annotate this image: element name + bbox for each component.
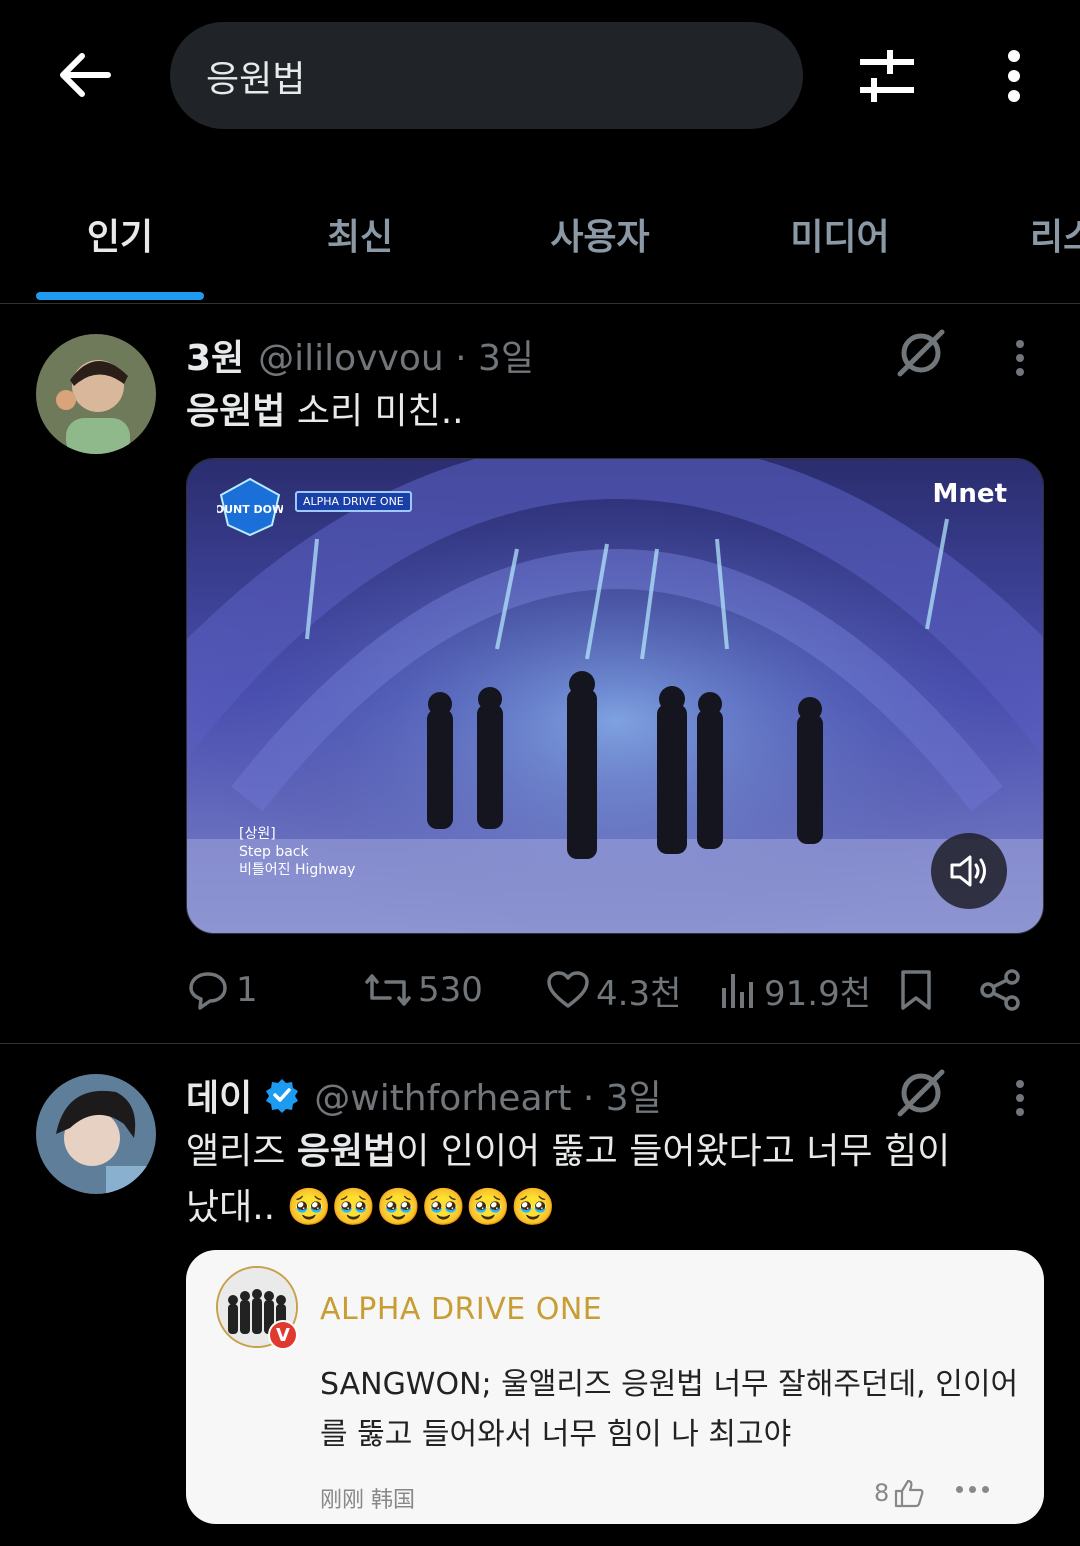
top-bar: 응원법 <box>0 0 1080 150</box>
bookmark-button[interactable] <box>898 962 934 1018</box>
highlight-keyword: 응원법 <box>296 1131 397 1172</box>
like-button[interactable]: 4.3천 <box>546 962 681 1018</box>
back-button[interactable] <box>50 40 120 110</box>
post-text: 앨리즈 응원법이 인이어 뚫고 들어왔다고 너무 힘이 났대.. 🥹🥹🥹🥹🥹🥹 <box>186 1124 986 1236</box>
like-count: 4.3천 <box>596 973 682 1014</box>
repost-count: 530 <box>418 970 483 1010</box>
tab-people[interactable]: 사용자 <box>480 208 720 260</box>
thumbs-up-icon <box>895 1479 924 1508</box>
quoted-card[interactable]: V ALPHA DRIVE ONE SANGWON; 울앨리즈 응원법 너무 잘… <box>186 1250 1044 1524</box>
stage-caption-line: Step back <box>239 844 309 860</box>
speaker-icon <box>950 855 986 887</box>
post-text-part: 앨리즈 <box>186 1131 297 1172</box>
search-input[interactable]: 응원법 <box>170 22 803 129</box>
handle-and-time[interactable]: @withforheart · 3일 <box>314 1069 662 1121</box>
share-button[interactable] <box>978 962 1022 1018</box>
divider <box>0 1043 1080 1044</box>
stage-caption: [상원] Step back 비틀어진 Highway <box>239 825 355 879</box>
avatar[interactable] <box>36 334 156 454</box>
dot <box>1016 368 1024 376</box>
dot <box>956 1486 963 1493</box>
caption-banner: ALPHA DRIVE ONE <box>295 491 412 512</box>
dot <box>1016 354 1024 362</box>
dot <box>969 1486 976 1493</box>
display-name[interactable]: 3원 <box>186 329 244 381</box>
more-options-button[interactable] <box>990 40 1038 112</box>
display-name[interactable]: 데이 <box>186 1069 252 1121</box>
show-logo: COUNT DOWN <box>207 477 293 541</box>
dot <box>1016 1108 1024 1116</box>
reply-count: 1 <box>236 970 258 1010</box>
quote-text: SANGWON; 울앨리즈 응원법 너무 잘해주던데, 인이어를 뚫고 들어와서… <box>320 1367 1019 1452</box>
dot <box>1016 340 1024 348</box>
post-actions: 1 530 4.3천 91.9천 <box>186 962 1046 1018</box>
post-more-button[interactable] <box>1008 334 1032 382</box>
avatar[interactable] <box>36 1074 156 1194</box>
quote-more-button[interactable] <box>956 1486 989 1493</box>
back-arrow-icon <box>60 53 111 97</box>
filter-button[interactable] <box>852 40 924 112</box>
post-header: 3원 @ililovvou · 3일 <box>186 330 534 380</box>
search-query: 응원법 <box>206 58 306 100</box>
quote-meta: 刚刚 韩国 <box>320 1488 415 1513</box>
bookmark-icon <box>901 970 931 1010</box>
active-tab-indicator <box>36 292 204 300</box>
tab-lists[interactable]: 리스 <box>960 208 1080 260</box>
grok-icon[interactable] <box>892 1064 950 1122</box>
repost-icon <box>365 974 411 1006</box>
grok-icon[interactable] <box>892 324 950 382</box>
reply-icon <box>189 972 227 1010</box>
countdown-logo-icon: COUNT DOWN <box>207 477 293 537</box>
stage-caption-line: 비틀어진 Highway <box>239 862 356 878</box>
highlight-keyword: 응원법 <box>186 391 286 432</box>
quote-author: ALPHA DRIVE ONE <box>320 1292 603 1327</box>
post-more-button[interactable] <box>1008 1074 1032 1122</box>
tab-popular[interactable]: 인기 <box>0 208 240 260</box>
view-count: 91.9천 <box>764 973 871 1014</box>
channel-logo: Mnet <box>932 479 1007 509</box>
post-text-rest: 소리 미친.. <box>285 391 464 432</box>
dot <box>1016 1094 1024 1102</box>
dot <box>1008 50 1020 62</box>
dot <box>1016 1080 1024 1088</box>
views-button[interactable]: 91.9천 <box>718 962 871 1018</box>
post-text: 응원법 소리 미친.. <box>186 384 1046 440</box>
repost-button[interactable]: 530 <box>364 962 483 1018</box>
tab-media[interactable]: 미디어 <box>720 208 960 260</box>
verified-v-badge: V <box>268 1320 298 1350</box>
post-header: 데이 @withforheart · 3일 <box>186 1070 662 1120</box>
quote-like-count: 8 <box>874 1479 890 1507</box>
stage-caption-line: [상원] <box>239 826 276 842</box>
dot <box>1008 70 1020 82</box>
handle-and-time[interactable]: @ililovvou · 3일 <box>258 329 534 381</box>
tab-latest[interactable]: 최신 <box>240 208 480 260</box>
heart-icon <box>547 971 589 1008</box>
post-video[interactable]: COUNT DOWN ALPHA DRIVE ONE Mnet [상원] Ste… <box>186 458 1044 934</box>
share-icon <box>980 969 1020 1011</box>
show-logo-text: COUNT DOWN <box>217 503 283 516</box>
verified-badge-icon <box>266 1079 299 1113</box>
reply-button[interactable]: 1 <box>186 962 258 1018</box>
tab-bar: 인기 최신 사용자 미디어 리스 <box>0 170 1080 304</box>
mute-toggle-button[interactable] <box>931 833 1007 909</box>
sliders-icon <box>860 50 914 102</box>
dot <box>982 1486 989 1493</box>
dot <box>1008 90 1020 102</box>
bar-chart-icon <box>722 974 753 1008</box>
quote-like-button[interactable]: 8 <box>874 1478 925 1508</box>
